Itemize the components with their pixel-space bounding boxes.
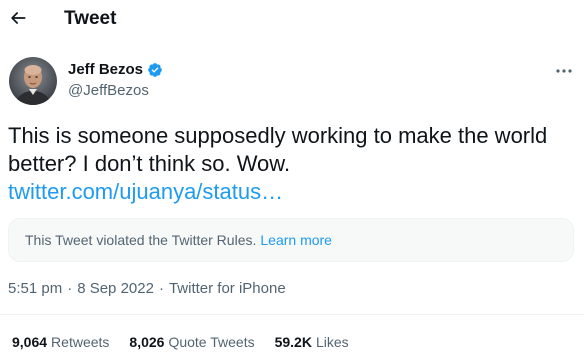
author-name-text: Jeff Bezos	[68, 61, 144, 78]
more-dots-icon	[555, 61, 573, 79]
page-title: Tweet	[64, 8, 117, 29]
tweet-page: Tweet Jeff Bezos @JeffBezos This is some…	[0, 0, 584, 361]
tweet-date[interactable]: 8 Sep 2022	[77, 280, 154, 297]
quote-tweets-stat[interactable]: 8,026 Quote Tweets	[129, 334, 254, 350]
learn-more-link[interactable]: Learn more	[260, 232, 332, 248]
tweet-text: This is someone supposedly working to ma…	[8, 123, 548, 176]
quotes-count: 8,026	[129, 334, 165, 350]
author-name[interactable]: Jeff Bezos	[68, 61, 163, 78]
header: Tweet	[0, 0, 584, 40]
arrow-left-icon	[8, 8, 28, 33]
divider	[0, 314, 584, 315]
meta-separator: ·	[67, 280, 73, 297]
tweet-stats: 9,064 Retweets 8,026 Quote Tweets 59.2K …	[12, 334, 369, 350]
likes-label: Likes	[315, 334, 349, 350]
retweets-count: 9,064	[12, 334, 48, 350]
quotes-label: Quote Tweets	[168, 334, 255, 350]
verified-badge-icon	[147, 62, 163, 78]
likes-stat[interactable]: 59.2K Likes	[275, 334, 349, 350]
avatar[interactable]	[9, 57, 57, 105]
tweet-time[interactable]: 5:51 pm	[8, 280, 62, 297]
likes-count: 59.2K	[274, 334, 312, 350]
retweets-stat[interactable]: 9,064 Retweets	[12, 334, 109, 350]
retweets-label: Retweets	[51, 334, 110, 350]
tweet-source[interactable]: Twitter for iPhone	[169, 280, 286, 297]
tweet-meta: 5:51 pm · 8 Sep 2022 · Twitter for iPhon…	[8, 280, 286, 297]
back-button[interactable]	[0, 2, 36, 38]
author-handle[interactable]: @JeffBezos	[68, 82, 149, 99]
notice-text: This Tweet violated the Twitter Rules.	[25, 232, 257, 248]
violation-notice: This Tweet violated the Twitter Rules. L…	[8, 218, 574, 262]
more-options-button[interactable]	[548, 60, 580, 80]
tweet-link[interactable]: twitter.com/ujuanya/status…	[8, 178, 283, 206]
meta-separator: ·	[158, 280, 164, 297]
